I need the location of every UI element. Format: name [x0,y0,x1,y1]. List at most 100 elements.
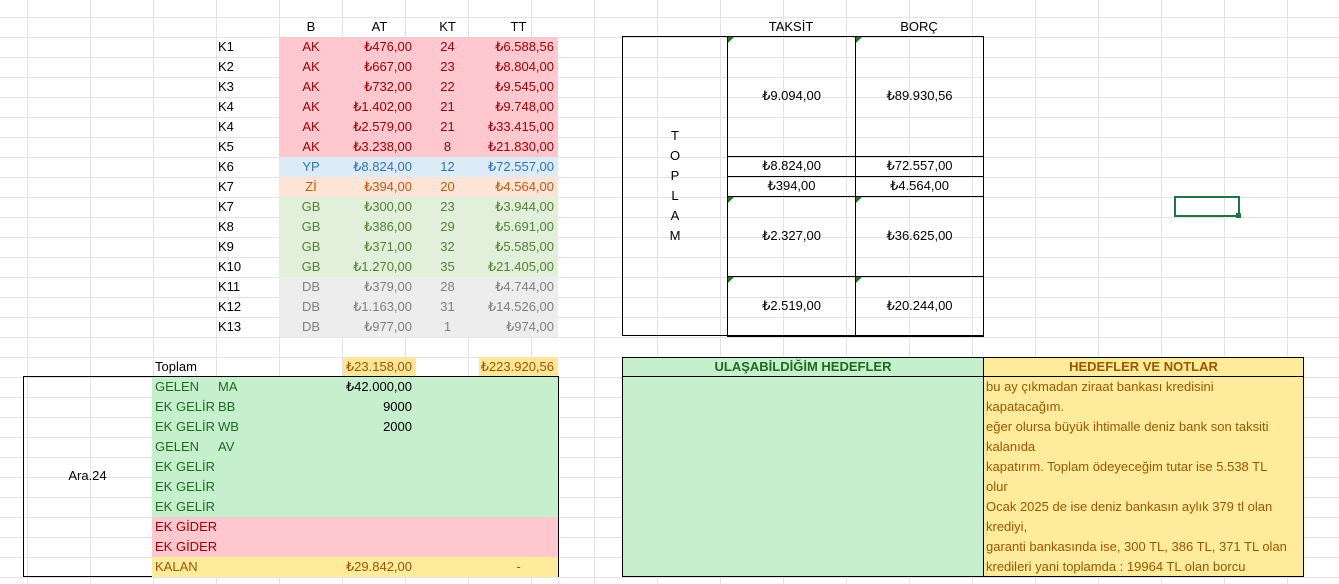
budget-category[interactable]: EK GELİR [152,417,216,437]
loan-remaining-count[interactable]: 24 [416,37,479,57]
loan-installment[interactable]: ₺732,00 [343,77,416,97]
loan-id[interactable]: K10 [215,257,279,277]
loan-bank[interactable]: GB [279,237,343,257]
loan-installment[interactable]: ₺1.270,00 [343,257,416,277]
summary-borc[interactable]: ₺20.244,00 [856,296,983,316]
loan-installment[interactable]: ₺371,00 [343,237,416,257]
loan-remaining-count[interactable]: 31 [416,297,479,317]
loan-id[interactable]: K7 [215,197,279,217]
note-line[interactable]: kalanıda [983,437,1304,457]
note-line[interactable]: bu ay çıkmadan ziraat bankası kredisini [983,377,1304,397]
budget-category[interactable]: EK GELİR [152,497,216,517]
note-line[interactable]: Ocak 2025 de ise deniz bankasın aylık 37… [983,497,1304,517]
summary-taksit[interactable]: ₺394,00 [728,176,855,196]
loan-bank[interactable]: DB [279,297,343,317]
loan-id[interactable]: K11 [215,277,279,297]
loan-total[interactable]: ₺4.564,00 [479,177,558,197]
loan-installment[interactable]: ₺1.163,00 [343,297,416,317]
budget-category[interactable]: EK GELİR [152,477,216,497]
loan-total[interactable]: ₺72.557,00 [479,157,558,177]
budget-value[interactable]: ₺29.842,00 [343,557,416,577]
loan-remaining-count[interactable]: 23 [416,197,479,217]
summary-borc[interactable]: ₺72.557,00 [856,156,983,176]
budget-category[interactable]: GELEN [152,437,216,457]
loan-installment[interactable]: ₺476,00 [343,37,416,57]
summary-borc[interactable]: ₺4.564,00 [856,176,983,196]
loan-total[interactable]: ₺9.748,00 [479,97,558,117]
comment-indicator-icon[interactable] [856,37,862,43]
loan-installment[interactable]: ₺3.238,00 [343,137,416,157]
budget-source[interactable] [215,537,279,557]
loan-installment[interactable]: ₺394,00 [343,177,416,197]
budget-category[interactable]: KALAN [152,557,216,577]
toplam-at[interactable]: ₺23.158,00 [343,357,416,377]
budget-category[interactable]: EK GELİR [152,457,216,477]
loan-installment[interactable]: ₺300,00 [343,197,416,217]
budget-source[interactable]: MA [215,377,279,397]
budget-source[interactable]: AV [215,437,279,457]
note-line[interactable]: kapatırım. Toplam ödeyeceğim tutar ise 5… [983,457,1304,477]
budget-source[interactable] [215,477,279,497]
note-line[interactable]: kredileri yani toplamda : 19964 TL olan … [983,557,1304,577]
loan-id[interactable]: K6 [215,157,279,177]
comment-indicator-icon[interactable] [728,277,734,283]
loan-bank[interactable]: Zİ [279,177,343,197]
summary-borc[interactable]: ₺89.930,56 [856,86,983,106]
loan-remaining-count[interactable]: 8 [416,137,479,157]
budget-source[interactable] [215,557,279,577]
budget-source[interactable] [215,457,279,477]
loan-total[interactable]: ₺4.744,00 [479,277,558,297]
comment-indicator-icon[interactable] [728,197,734,203]
loan-installment[interactable]: ₺1.402,00 [343,97,416,117]
summary-taksit[interactable]: ₺8.824,00 [728,156,855,176]
loan-total[interactable]: ₺9.545,00 [479,77,558,97]
loan-id[interactable]: K1 [215,37,279,57]
loan-id[interactable]: K4 [215,97,279,117]
loan-bank[interactable]: AK [279,57,343,77]
toplam-label[interactable]: Toplam [152,357,279,377]
loan-total[interactable]: ₺21.830,00 [479,137,558,157]
loan-remaining-count[interactable]: 12 [416,157,479,177]
budget-value[interactable] [343,457,416,477]
loan-id[interactable]: K12 [215,297,279,317]
loan-installment[interactable]: ₺667,00 [343,57,416,77]
comment-indicator-icon[interactable] [856,197,862,203]
loan-installment[interactable]: ₺977,00 [343,317,416,337]
note-line[interactable]: eğer olursa büyük ihtimalle deniz bank s… [983,417,1304,437]
loan-remaining-count[interactable]: 21 [416,117,479,137]
fill-handle[interactable] [1236,213,1241,218]
note-line[interactable]: garanti bankasında ise, 300 TL, 386 TL, … [983,537,1304,557]
loan-bank[interactable]: GB [279,217,343,237]
budget-category[interactable]: EK GELİR [152,397,216,417]
loan-total[interactable]: ₺5.691,00 [479,217,558,237]
loan-remaining-count[interactable]: 23 [416,57,479,77]
loan-id[interactable]: K9 [215,237,279,257]
budget-category[interactable]: EK GİDER [152,537,217,557]
comment-indicator-icon[interactable] [728,37,734,43]
loan-remaining-count[interactable]: 35 [416,257,479,277]
summary-borc[interactable]: ₺36.625,00 [856,226,983,246]
budget-month[interactable]: Ara.24 [23,466,152,486]
loan-remaining-count[interactable]: 28 [416,277,479,297]
loan-id[interactable]: K2 [215,57,279,77]
loan-bank[interactable]: AK [279,37,343,57]
loan-installment[interactable]: ₺379,00 [343,277,416,297]
loan-total[interactable]: ₺974,00 [479,317,558,337]
loan-bank[interactable]: AK [279,137,343,157]
budget-value[interactable]: 2000 [343,417,416,437]
goals-title[interactable]: ULAŞABİLDİĞİM HEDEFLER [622,357,984,377]
loan-bank[interactable]: GB [279,257,343,277]
loan-bank[interactable]: AK [279,77,343,97]
loan-bank[interactable]: YP [279,157,343,177]
loan-remaining-count[interactable]: 29 [416,217,479,237]
loan-remaining-count[interactable]: 32 [416,237,479,257]
loan-remaining-count[interactable]: 21 [416,97,479,117]
loan-installment[interactable]: ₺8.824,00 [343,157,416,177]
loan-installment[interactable]: ₺386,00 [343,217,416,237]
loan-total[interactable]: ₺5.585,00 [479,237,558,257]
budget-value[interactable]: 9000 [343,397,416,417]
loan-total[interactable]: ₺3.944,00 [479,197,558,217]
notes-title[interactable]: HEDEFLER VE NOTLAR [983,357,1304,377]
selected-cell[interactable] [1174,196,1240,217]
budget-dash[interactable]: - [479,557,558,577]
